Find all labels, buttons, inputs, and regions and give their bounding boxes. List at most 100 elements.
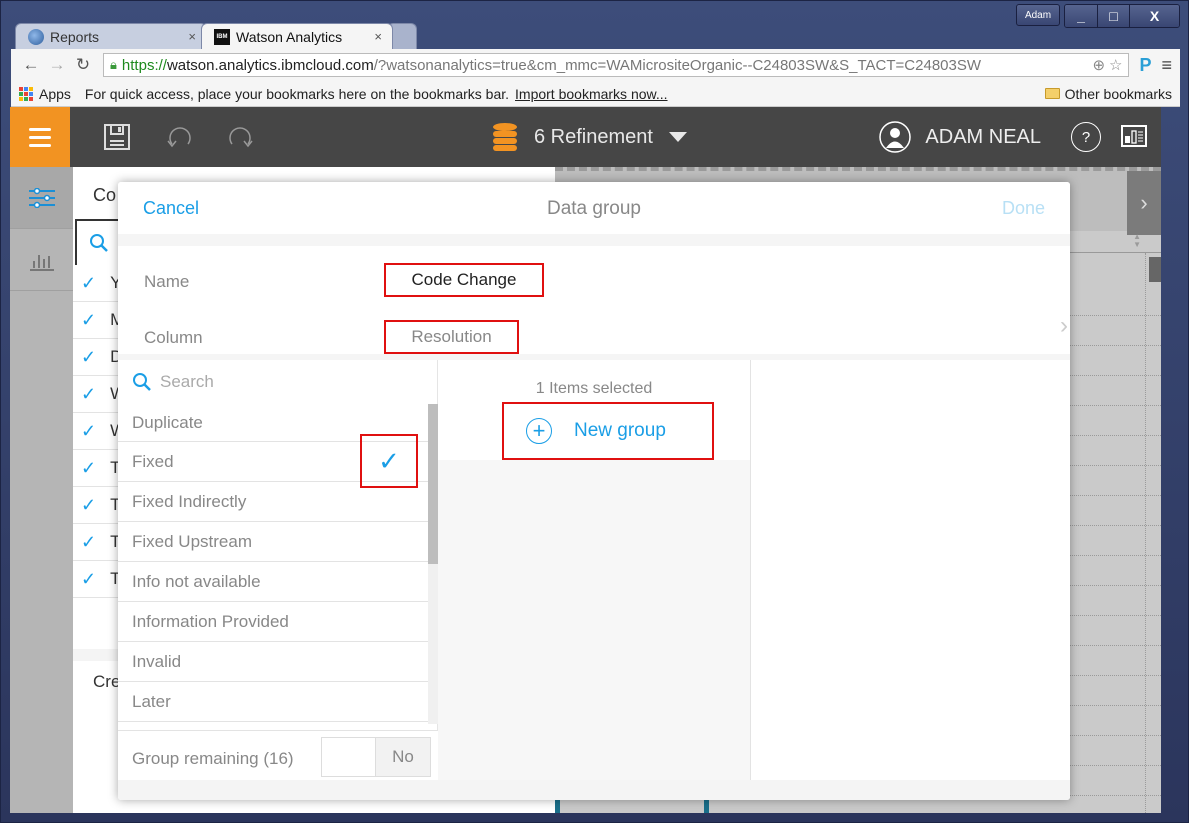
value-item[interactable]: Invalid xyxy=(118,642,428,682)
search-icon xyxy=(133,373,151,391)
extension-p-icon[interactable]: P xyxy=(1139,55,1151,76)
dropdown-caret-icon xyxy=(668,132,687,142)
sort-icon[interactable]: ▲ ▼ xyxy=(1133,233,1141,249)
undo-icon[interactable] xyxy=(164,122,194,152)
apps-link[interactable]: Apps xyxy=(39,86,71,102)
tab-strip: Reports × IBM Watson Analytics × xyxy=(15,23,417,49)
save-icon[interactable] xyxy=(102,122,132,152)
name-field[interactable]: Code Change xyxy=(384,263,544,297)
profile-button[interactable]: Adam xyxy=(1016,4,1060,26)
apps-grid-icon xyxy=(19,86,33,101)
values-search[interactable]: Search xyxy=(118,360,437,404)
checkmark-icon: ✓ xyxy=(81,420,97,441)
bar-chart-icon xyxy=(29,254,54,271)
items-selected-count: 1 Items selected xyxy=(535,380,653,397)
checkmark-icon: ✓ xyxy=(81,568,97,589)
column-field[interactable]: Resolution xyxy=(384,320,519,354)
tab-watson-analytics[interactable]: IBM Watson Analytics × xyxy=(201,23,393,49)
values-scrollbar-thumb[interactable] xyxy=(428,404,438,564)
data-group-dialog: Cancel Data group Done Name Code Change … xyxy=(118,182,1070,800)
group-remaining-row: Group remaining (16) No xyxy=(118,730,438,786)
value-label: Fixed Upstream xyxy=(132,531,252,551)
other-bookmarks[interactable]: Other bookmarks xyxy=(1044,85,1172,102)
value-label: Invalid xyxy=(132,651,182,671)
plus-circle-icon: + xyxy=(526,418,552,444)
selected-checkmark-icon[interactable]: ✓ xyxy=(360,434,418,488)
checkmark-icon: ✓ xyxy=(81,531,97,552)
lock-icon: 🔒︎ xyxy=(110,57,117,72)
dialog-title: Data group xyxy=(546,198,641,219)
back-button[interactable]: ← xyxy=(19,55,43,75)
value-item[interactable]: Info not available xyxy=(118,562,428,602)
value-item-selected[interactable]: Fixed ✓ xyxy=(118,434,428,488)
chrome-menu-icon[interactable]: ≡ xyxy=(1161,55,1172,76)
close-window-button[interactable]: X xyxy=(1129,5,1179,27)
groups-column: 1 Items selected + New group xyxy=(438,360,750,800)
app-header: 6 Refinement ADAM NEAL ? xyxy=(10,107,1161,167)
search-placeholder: Search xyxy=(160,372,214,391)
import-bookmarks-link[interactable]: Import bookmarks now... xyxy=(515,86,668,102)
redo-icon[interactable] xyxy=(226,122,256,152)
reports-favicon-icon xyxy=(28,28,44,45)
ibm-favicon-icon: IBM xyxy=(214,28,230,45)
help-button[interactable]: ? xyxy=(1071,122,1101,152)
tab-reports[interactable]: Reports × xyxy=(15,23,207,49)
search-icon xyxy=(90,234,108,252)
group-form: Name Code Change Column Resolution › xyxy=(118,246,1070,354)
bookmark-star-icon[interactable]: ☆ xyxy=(1109,56,1122,74)
value-item[interactable]: Fixed Indirectly xyxy=(118,482,428,522)
value-label: Information Provided xyxy=(132,611,289,631)
close-tab-icon[interactable]: × xyxy=(188,29,196,44)
browser-toolbar: ← → ↻ 🔒︎ https:// watson.analytics.ibmcl… xyxy=(11,49,1180,81)
chevron-right-icon[interactable]: › xyxy=(1060,312,1068,340)
dialog-header: Cancel Data group Done xyxy=(118,182,1070,234)
bookmarks-bar: Apps For quick access, place your bookma… xyxy=(11,81,1180,107)
maximize-button[interactable]: □ xyxy=(1097,5,1129,27)
checkmark-icon: ✓ xyxy=(81,272,97,293)
name-label: Name xyxy=(144,272,190,291)
url-scheme: https:// xyxy=(121,56,167,74)
user-name[interactable]: ADAM NEAL xyxy=(925,126,1041,149)
bookmarks-hint: For quick access, place your bookmarks h… xyxy=(84,85,510,102)
new-group-button[interactable]: + New group xyxy=(502,402,714,460)
create-label: Cre xyxy=(93,672,121,691)
url-path: /?watsonanalytics=true&cm_mmc=WAMicrosit… xyxy=(373,56,982,74)
values-list: Duplicate Fixed ✓ Fixed Indirectly Fixed… xyxy=(118,404,428,722)
value-label: Duplicate xyxy=(132,412,203,432)
value-item[interactable]: Later xyxy=(118,682,428,722)
checkmark-icon: ✓ xyxy=(81,494,97,515)
value-label: Info not available xyxy=(132,571,261,591)
checkmark-icon: ✓ xyxy=(81,457,97,478)
checkmark-icon: ✓ xyxy=(81,309,97,330)
tab-title: Reports xyxy=(50,28,100,45)
value-label: Fixed Indirectly xyxy=(132,491,247,511)
hamburger-menu-button[interactable] xyxy=(10,107,70,167)
grid-scrollbar[interactable] xyxy=(1149,257,1161,282)
window-controls: Adam _ □ X xyxy=(1016,4,1180,28)
checkmark-icon: ✓ xyxy=(81,346,97,367)
dataset-selector[interactable]: 6 Refinement xyxy=(492,122,687,152)
dialog-body: Search Duplicate Fixed ✓ Fixed Indirectl… xyxy=(118,360,1070,800)
column-marker xyxy=(704,799,709,813)
sliders-icon xyxy=(28,187,55,208)
forward-button[interactable]: → xyxy=(45,55,69,75)
group-remaining-toggle[interactable]: No xyxy=(321,737,431,777)
database-icon xyxy=(493,123,517,151)
rail-refine-button[interactable] xyxy=(10,167,73,229)
value-item[interactable]: Fixed Upstream xyxy=(118,522,428,562)
value-label: Later xyxy=(132,691,171,711)
close-tab-icon[interactable]: × xyxy=(374,29,382,44)
value-item[interactable]: Information Provided xyxy=(118,602,428,642)
address-bar[interactable]: 🔒︎ https:// watson.analytics.ibmcloud.co… xyxy=(103,53,1130,77)
dataset-title: 6 Refinement xyxy=(534,125,653,148)
notifications-panel-icon[interactable] xyxy=(1121,125,1149,149)
value-label: Fixed xyxy=(132,451,174,471)
done-button[interactable]: Done xyxy=(1002,198,1045,219)
minimize-button[interactable]: _ xyxy=(1065,5,1097,27)
user-avatar-icon[interactable] xyxy=(879,121,912,153)
zoom-icon[interactable]: ⊕ xyxy=(1092,56,1105,74)
rail-chart-button[interactable] xyxy=(10,229,73,291)
other-bookmarks-label: Other bookmarks xyxy=(1064,85,1172,102)
reload-button[interactable]: ↻ xyxy=(71,55,95,75)
grid-next-button[interactable]: › xyxy=(1127,171,1161,235)
